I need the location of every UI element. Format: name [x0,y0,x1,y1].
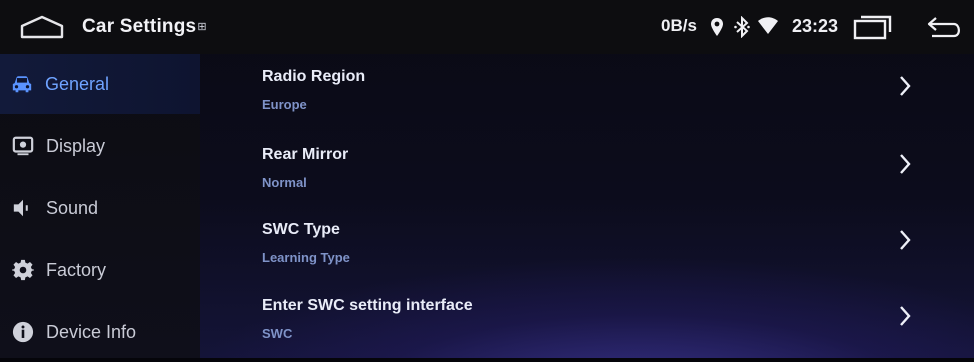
status-bar: Car Settings⊞ 0B/s 23:23 [0,0,974,54]
setting-value: SWC [262,326,293,341]
setting-row-rear-mirror[interactable]: Rear Mirror Normal [200,132,974,208]
sidebar-item-display[interactable]: Display [0,116,200,176]
settings-list: Radio Region Europe Rear Mirror Normal S… [200,54,974,358]
sidebar-item-label: Sound [46,197,99,218]
display-icon [12,136,34,156]
setting-title: SWC Type [262,221,340,238]
gear-icon [12,259,34,281]
setting-value: Learning Type [262,250,350,265]
chevron-right-icon[interactable] [898,75,912,97]
sidebar-item-factory[interactable]: Factory [0,240,200,300]
screen: Car Settings⊞ 0B/s 23:23 General Display… [0,0,974,358]
sidebar: General Display Sound Factory Device Inf… [0,54,200,358]
back-icon[interactable] [924,14,964,40]
setting-value: Normal [262,175,307,190]
bluetooth-icon [734,16,750,38]
chevron-right-icon[interactable] [898,153,912,175]
speaker-icon [13,199,28,217]
setting-title: Radio Region [262,68,366,85]
car-icon [12,76,32,93]
setting-row-swc-interface[interactable]: Enter SWC setting interface SWC [200,284,974,360]
network-speed: 0B/s [661,16,697,35]
setting-row-swc-type[interactable]: SWC Type Learning Type [200,208,974,284]
recent-apps-icon[interactable] [853,14,893,40]
info-icon [12,321,34,343]
sidebar-item-label: Factory [46,259,107,280]
sidebar-item-general[interactable]: General [0,54,200,114]
sidebar-item-label: Display [46,135,106,156]
setting-value: Europe [262,97,307,112]
wifi-icon [758,17,778,34]
sidebar-item-label: General [45,73,110,94]
title-badge: ⊞ [197,21,207,33]
setting-row-radio-region[interactable]: Radio Region Europe [200,54,974,130]
sidebar-item-device-info[interactable]: Device Info [0,302,200,362]
sidebar-item-sound[interactable]: Sound [0,178,200,238]
home-icon[interactable] [18,14,66,40]
clock: 23:23 [792,16,839,36]
sidebar-item-label: Device Info [46,321,137,342]
setting-title: Enter SWC setting interface [262,297,473,314]
location-icon [711,18,723,36]
app-title-text: Car Settings [82,16,197,37]
chevron-right-icon[interactable] [898,229,912,251]
chevron-right-icon[interactable] [898,305,912,327]
setting-title: Rear Mirror [262,146,349,163]
app-title: Car Settings⊞ [82,16,207,38]
